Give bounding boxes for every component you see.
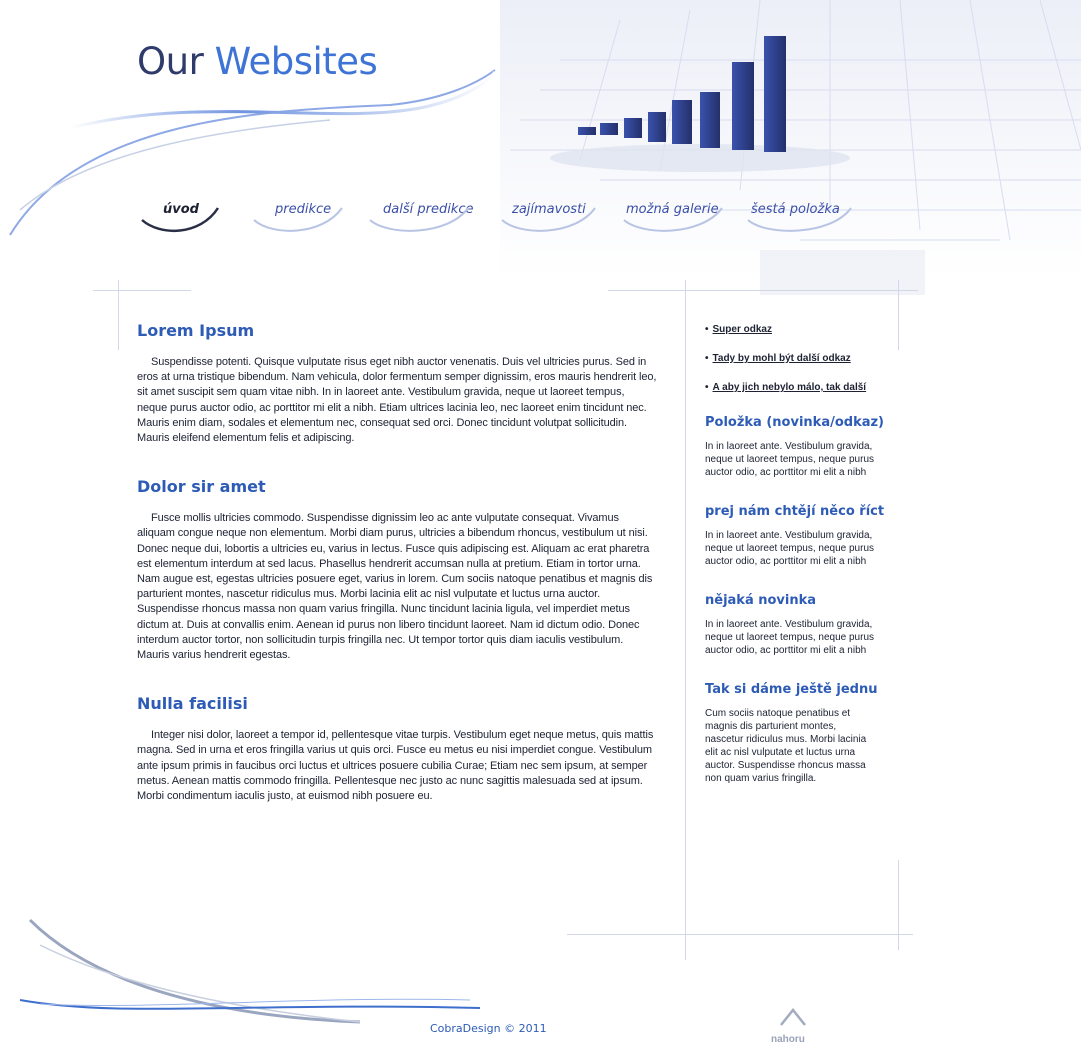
- divider-line: [93, 290, 191, 291]
- site-logo[interactable]: Our Websites: [137, 40, 378, 84]
- sidebar-block-text: In in laoreet ante. Vestibulum gravida, …: [705, 530, 875, 567]
- logo-word-websites: Websites: [214, 40, 378, 83]
- bullet-icon: •: [705, 353, 709, 364]
- nav-swoosh-icon: [623, 207, 723, 232]
- nav-item-dalsi-predikce[interactable]: další predikce: [358, 190, 478, 240]
- main-navigation: úvod predikce další predikce zajímavosti…: [130, 190, 890, 250]
- nav-item-uvod[interactable]: úvod: [130, 190, 230, 240]
- bullet-icon: •: [705, 382, 709, 393]
- sidebar-block: prej nám chtějí něco říct In in laoreet …: [705, 503, 890, 568]
- sidebar-block: nějaká novinka In in laoreet ante. Vesti…: [705, 592, 890, 657]
- article: Lorem Ipsum Suspendisse potenti. Quisque…: [137, 320, 657, 446]
- sidebar-block-title[interactable]: Tak si dáme ještě jednu: [705, 681, 890, 699]
- sidebar-link-super-odkaz[interactable]: Super odkaz: [713, 324, 772, 335]
- article-body: Integer nisi dolor, laoreet a tempor id,…: [137, 729, 654, 803]
- nav-item-sesta-polozka[interactable]: šestá položka: [736, 190, 861, 240]
- article-title: Nulla facilisi: [137, 694, 248, 714]
- sidebar-link-dalsi-odkaz[interactable]: Tady by mohl být další odkaz: [713, 353, 851, 364]
- divider-line: [567, 934, 913, 935]
- list-item: • Tady by mohl být další odkaz: [705, 351, 890, 367]
- sidebar-block-text: Cum sociis natoque penatibus et magnis d…: [705, 708, 867, 784]
- divider-line: [898, 280, 899, 350]
- nav-swoosh-icon: [141, 207, 220, 233]
- back-to-top-button[interactable]: nahoru: [766, 1004, 820, 1045]
- sidebar-block-title[interactable]: prej nám chtějí něco říct: [705, 503, 890, 521]
- divider-line: [608, 290, 918, 291]
- sidebar-block: Položka (novinka/odkaz) In in laoreet an…: [705, 414, 890, 479]
- nav-swoosh-icon: [253, 207, 343, 232]
- sidebar-links: • Super odkaz • Tady by mohl být další odk…: [705, 322, 890, 396]
- article-body: Fusce mollis ultricies commodo. Suspendi…: [137, 512, 653, 662]
- divider-line: [898, 860, 899, 950]
- divider-line: [118, 280, 119, 350]
- back-to-top-label: nahoru: [771, 1034, 805, 1045]
- nav-item-mozna-galerie[interactable]: možná galerie: [612, 190, 732, 240]
- nav-item-zajimavosti[interactable]: zajímavosti: [490, 190, 605, 240]
- article: Nulla facilisi Integer nisi dolor, laore…: [137, 693, 657, 804]
- nav-swoosh-icon: [369, 207, 469, 232]
- chevron-up-icon: [780, 1007, 806, 1026]
- sidebar-link-tak-dalsi[interactable]: A aby jich nebylo málo, tak další: [713, 382, 867, 393]
- column-divider: [685, 280, 686, 960]
- nav-swoosh-icon: [501, 207, 596, 232]
- main-content: Lorem Ipsum Suspendisse potenti. Quisque…: [137, 320, 657, 834]
- article: Dolor sir amet Fusce mollis ultricies co…: [137, 476, 657, 663]
- sidebar-block-title[interactable]: Položka (novinka/odkaz): [705, 414, 890, 432]
- sidebar-block-title[interactable]: nějaká novinka: [705, 592, 890, 610]
- sidebar-block-text: In in laoreet ante. Vestibulum gravida, …: [705, 619, 875, 656]
- bullet-icon: •: [705, 324, 709, 335]
- sidebar: • Super odkaz • Tady by mohl být další odk…: [705, 322, 890, 785]
- list-item: • Super odkaz: [705, 322, 890, 338]
- list-item: • A aby jich nebylo málo, tak další: [705, 380, 890, 396]
- sidebar-block: Tak si dáme ještě jednu Cum sociis natoq…: [705, 681, 890, 785]
- nav-swoosh-icon: [747, 207, 852, 232]
- sidebar-block-text: In in laoreet ante. Vestibulum gravida, …: [705, 441, 875, 478]
- article-body: Suspendisse potenti. Quisque vulputate r…: [137, 356, 657, 445]
- copyright-text: CobraDesign © 2011: [430, 1022, 547, 1035]
- logo-word-our: Our: [137, 40, 204, 83]
- article-title: Lorem Ipsum: [137, 321, 255, 340]
- nav-item-predikce[interactable]: predikce: [242, 190, 352, 240]
- article-title: Dolor sir amet: [137, 477, 266, 497]
